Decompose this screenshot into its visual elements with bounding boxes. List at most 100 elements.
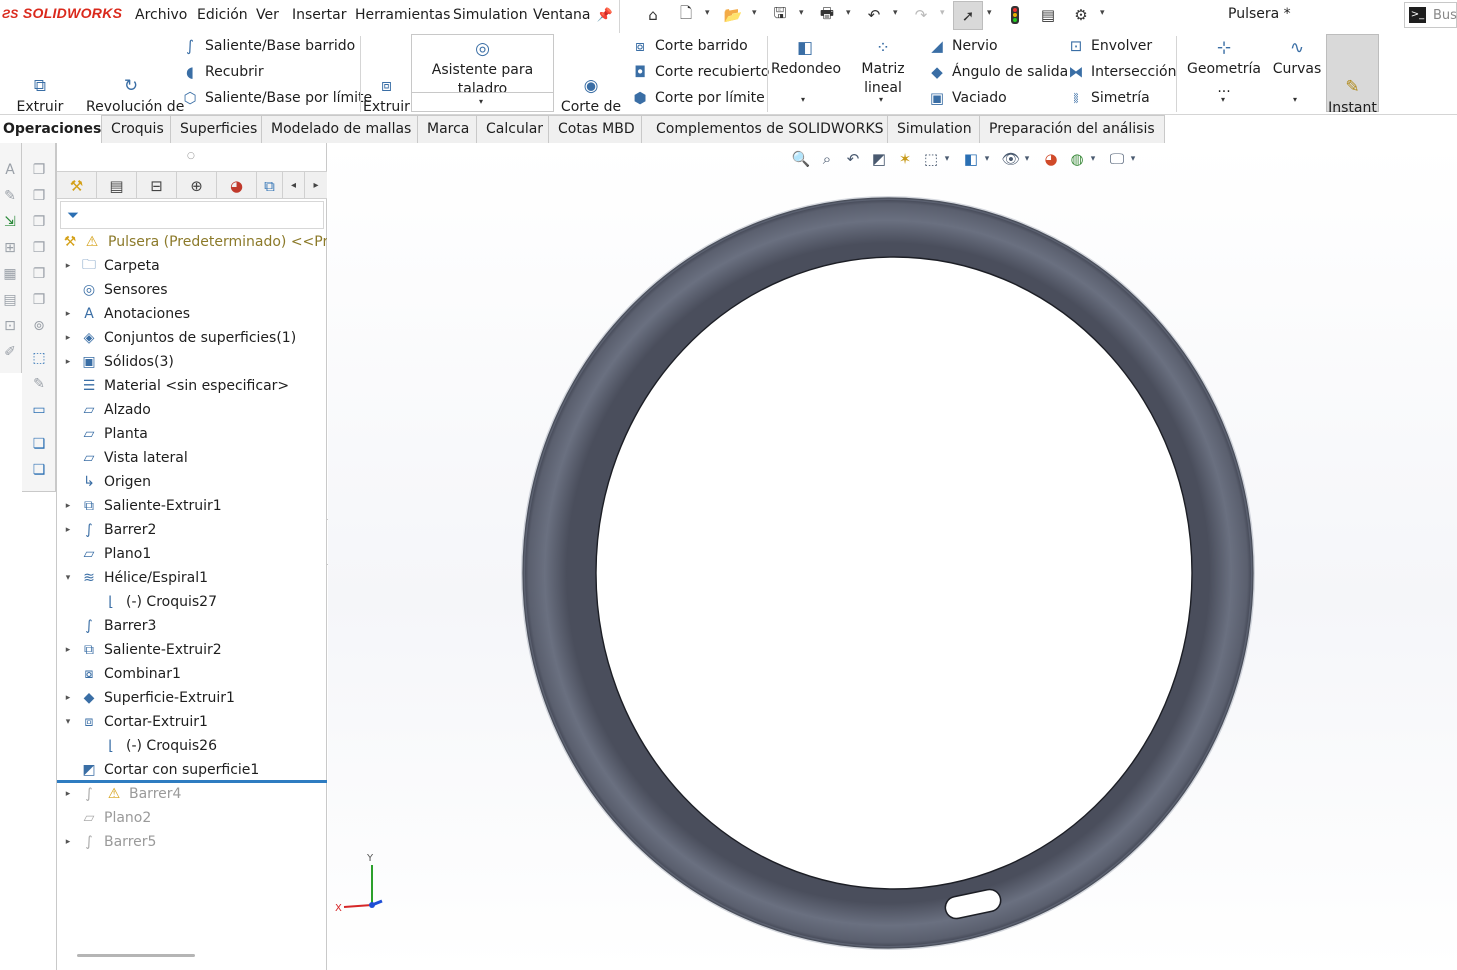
tree-item[interactable]: ☰ Material <sin especificar> [57, 374, 327, 398]
tree-item[interactable]: ↳ Origen [57, 470, 327, 494]
mirror-button[interactable]: ⧚ Simetría [1067, 89, 1149, 107]
curves-dropdown-icon[interactable]: ▾ [1293, 95, 1297, 104]
boundary-boss-button[interactable]: ⬡ Saliente/Base por límite [181, 89, 372, 107]
smart-dimension-icon[interactable]: ⇲ [1, 213, 19, 231]
fillet-button[interactable]: ◧ Redondeo [771, 38, 841, 79]
new-dropdown-icon[interactable]: ▾ [705, 8, 710, 18]
tree-item[interactable]: ◩ Cortar con superficie1 [57, 758, 327, 782]
home-icon[interactable]: ⌂ [642, 4, 664, 26]
intersect-button[interactable]: ⧓ Intersección [1067, 63, 1177, 81]
curves-button[interactable]: ∿ Curvas [1272, 38, 1322, 79]
lofted-cut-button[interactable]: ◘ Corte recubierto [631, 63, 769, 81]
tab-complementos[interactable]: Complementos de SOLIDWORKS [641, 115, 898, 143]
tab-simulation[interactable]: Simulation [887, 115, 982, 143]
print-icon[interactable]: 🖶 [816, 4, 838, 26]
linear-pattern-button[interactable]: ⁘ Matriz lineal [844, 38, 922, 98]
tree-filter-input[interactable]: ⏷ [60, 201, 324, 229]
tree-item[interactable]: ◎ Sensores [57, 278, 327, 302]
pin-menu-icon[interactable]: 📌 [594, 4, 616, 26]
tree-item[interactable]: ▾ ⧈ Cortar-Extruir1 [57, 710, 327, 734]
expand-toggle-icon[interactable]: ▸ [57, 501, 79, 511]
layer-tool-icon[interactable]: ▤ [1, 291, 19, 309]
rebuild-icon[interactable] [1004, 4, 1026, 26]
settings-icon[interactable]: ⊚ [30, 317, 48, 335]
open-dropdown-icon[interactable]: ▾ [752, 8, 757, 18]
relation-tool-icon[interactable]: ⊞ [1, 239, 19, 257]
table-tool-icon[interactable]: ▦ [1, 265, 19, 283]
expand-toggle-icon[interactable]: ▸ [57, 261, 79, 271]
edit-tool-icon[interactable]: ✐ [1, 343, 19, 361]
cam-tab-icon[interactable]: ⧉ [257, 172, 283, 199]
options-gear-icon[interactable]: ⚙ [1070, 4, 1092, 26]
rib-button[interactable]: ◢ Nervio [928, 37, 997, 55]
tree-item[interactable]: ▸ ◆ Superficie-Extruir1 [57, 686, 327, 710]
hole-wizard-button[interactable]: ◎ Asistente para taladro [412, 39, 553, 99]
tree-item[interactable]: ▱ Plano2 [57, 806, 327, 830]
copy-icon[interactable]: ❐ [30, 187, 48, 205]
tree-item[interactable]: ⌊ (-) Croquis26 [57, 734, 327, 758]
expand-toggle-icon[interactable]: ▸ [57, 525, 79, 535]
tab-cotas-mbd[interactable]: Cotas MBD [548, 115, 645, 143]
tree-item[interactable]: ▱ Planta [57, 422, 327, 446]
copy-icon[interactable]: ❐ [30, 161, 48, 179]
tab-operaciones[interactable]: Operaciones [0, 115, 101, 143]
expand-toggle-icon[interactable]: ▸ [57, 333, 79, 343]
graphics-area[interactable]: 🔍 ⌕ ↶ ◩ ✶ ⬚ ▾ ◧ ▾ 👁 ▾ ◕ ◍ ▾ 🖵 ▾ Y X [328, 143, 1457, 970]
display-icon[interactable]: ▭ [30, 401, 48, 419]
tree-item[interactable]: ▸ ⧉ Saliente-Extruir1 [57, 494, 327, 518]
redo-icon[interactable]: ↷ [910, 4, 932, 26]
tab-preparacion-analisis[interactable]: Preparación del análisis [979, 115, 1165, 143]
horizontal-scrollbar[interactable] [77, 954, 195, 957]
swept-cut-button[interactable]: ⧇ Corte barrido [631, 37, 748, 55]
expand-toggle-icon[interactable]: ▸ [57, 837, 79, 847]
panel-grip-icon[interactable]: ○ [187, 151, 195, 161]
tree-item[interactable]: ▸ A Anotaciones [57, 302, 327, 326]
lofted-boss-button[interactable]: ◖ Recubrir [181, 63, 264, 81]
tab-modelado-de-mallas[interactable]: Modelado de mallas [261, 115, 422, 143]
tree-item[interactable]: ▾ ≋ Hélice/Espiral1 [57, 566, 327, 590]
feature-manager-tab-icon[interactable]: ⚒ [57, 172, 97, 199]
bracelet-ring[interactable] [521, 196, 1255, 950]
configuration-manager-tab-icon[interactable]: ⊟ [137, 172, 177, 199]
tree-item[interactable]: ⧇ Combinar1 [57, 662, 327, 686]
select-tool-icon[interactable]: ⬚ [30, 349, 48, 367]
print-dropdown-icon[interactable]: ▾ [846, 8, 851, 18]
scroll-right-icon[interactable]: ▸ [305, 172, 327, 199]
dimxpert-tab-icon[interactable]: ⊕ [177, 172, 217, 199]
expand-toggle-icon[interactable]: ▸ [57, 789, 79, 799]
tree-item[interactable]: ▸ ∫ Barrer2 [57, 518, 327, 542]
tree-item[interactable]: ▱ Plano1 [57, 542, 327, 566]
redo-dropdown-icon[interactable]: ▾ [940, 8, 945, 18]
copy-icon[interactable]: ❐ [30, 291, 48, 309]
menu-herramientas[interactable]: Herramientas [355, 7, 450, 23]
new-document-icon[interactable]: 🗋 [675, 4, 697, 26]
linear-pattern-dropdown-icon[interactable]: ▾ [879, 95, 883, 104]
expand-toggle-icon[interactable]: ▸ [57, 309, 79, 319]
reference-geometry-dropdown-icon[interactable]: ▾ [1221, 95, 1225, 104]
tree-item[interactable]: ▸ ∫ ⚠ Barrer4 [57, 782, 327, 806]
open-icon[interactable]: 📂 [722, 4, 744, 26]
hole-wizard-dropdown-icon[interactable]: ▾ [479, 97, 483, 106]
tree-item[interactable]: ▸ ◈ Conjuntos de superficies(1) [57, 326, 327, 350]
reference-geometry-button[interactable]: ⊹ Geometría ... [1181, 38, 1267, 98]
shell-button[interactable]: ▣ Vaciado [928, 89, 1007, 107]
tree-item[interactable]: ▱ Vista lateral [57, 446, 327, 470]
select-dropdown-icon[interactable]: ▾ [987, 8, 992, 18]
annotation-tool-icon[interactable]: A [1, 161, 19, 179]
tree-item[interactable]: ▸ 🗀 Carpeta [57, 254, 327, 278]
draft-button[interactable]: ◆ Ángulo de salida [928, 63, 1068, 81]
menu-insertar[interactable]: Insertar [292, 7, 347, 23]
tab-superficies[interactable]: Superficies [170, 115, 268, 143]
undo-dropdown-icon[interactable]: ▾ [893, 8, 898, 18]
search-commands-input[interactable]: >_ Busc [1404, 2, 1457, 28]
instant3d-button[interactable]: ✎Instant 3D [1326, 34, 1379, 135]
edit-icon[interactable]: ✎ [30, 375, 48, 393]
undo-icon[interactable]: ↶ [863, 4, 885, 26]
tab-marca[interactable]: Marca [417, 115, 480, 143]
solidworks-logo[interactable]: ƧS SOLIDWORKS [2, 5, 122, 21]
expand-toggle-icon[interactable]: ▾ [57, 573, 79, 583]
menu-simulation[interactable]: Simulation [453, 7, 528, 23]
wrap-button[interactable]: ⊡ Envolver [1067, 37, 1152, 55]
tree-item[interactable]: ⌊ (-) Croquis27 [57, 590, 327, 614]
expand-toggle-icon[interactable]: ▸ [57, 357, 79, 367]
